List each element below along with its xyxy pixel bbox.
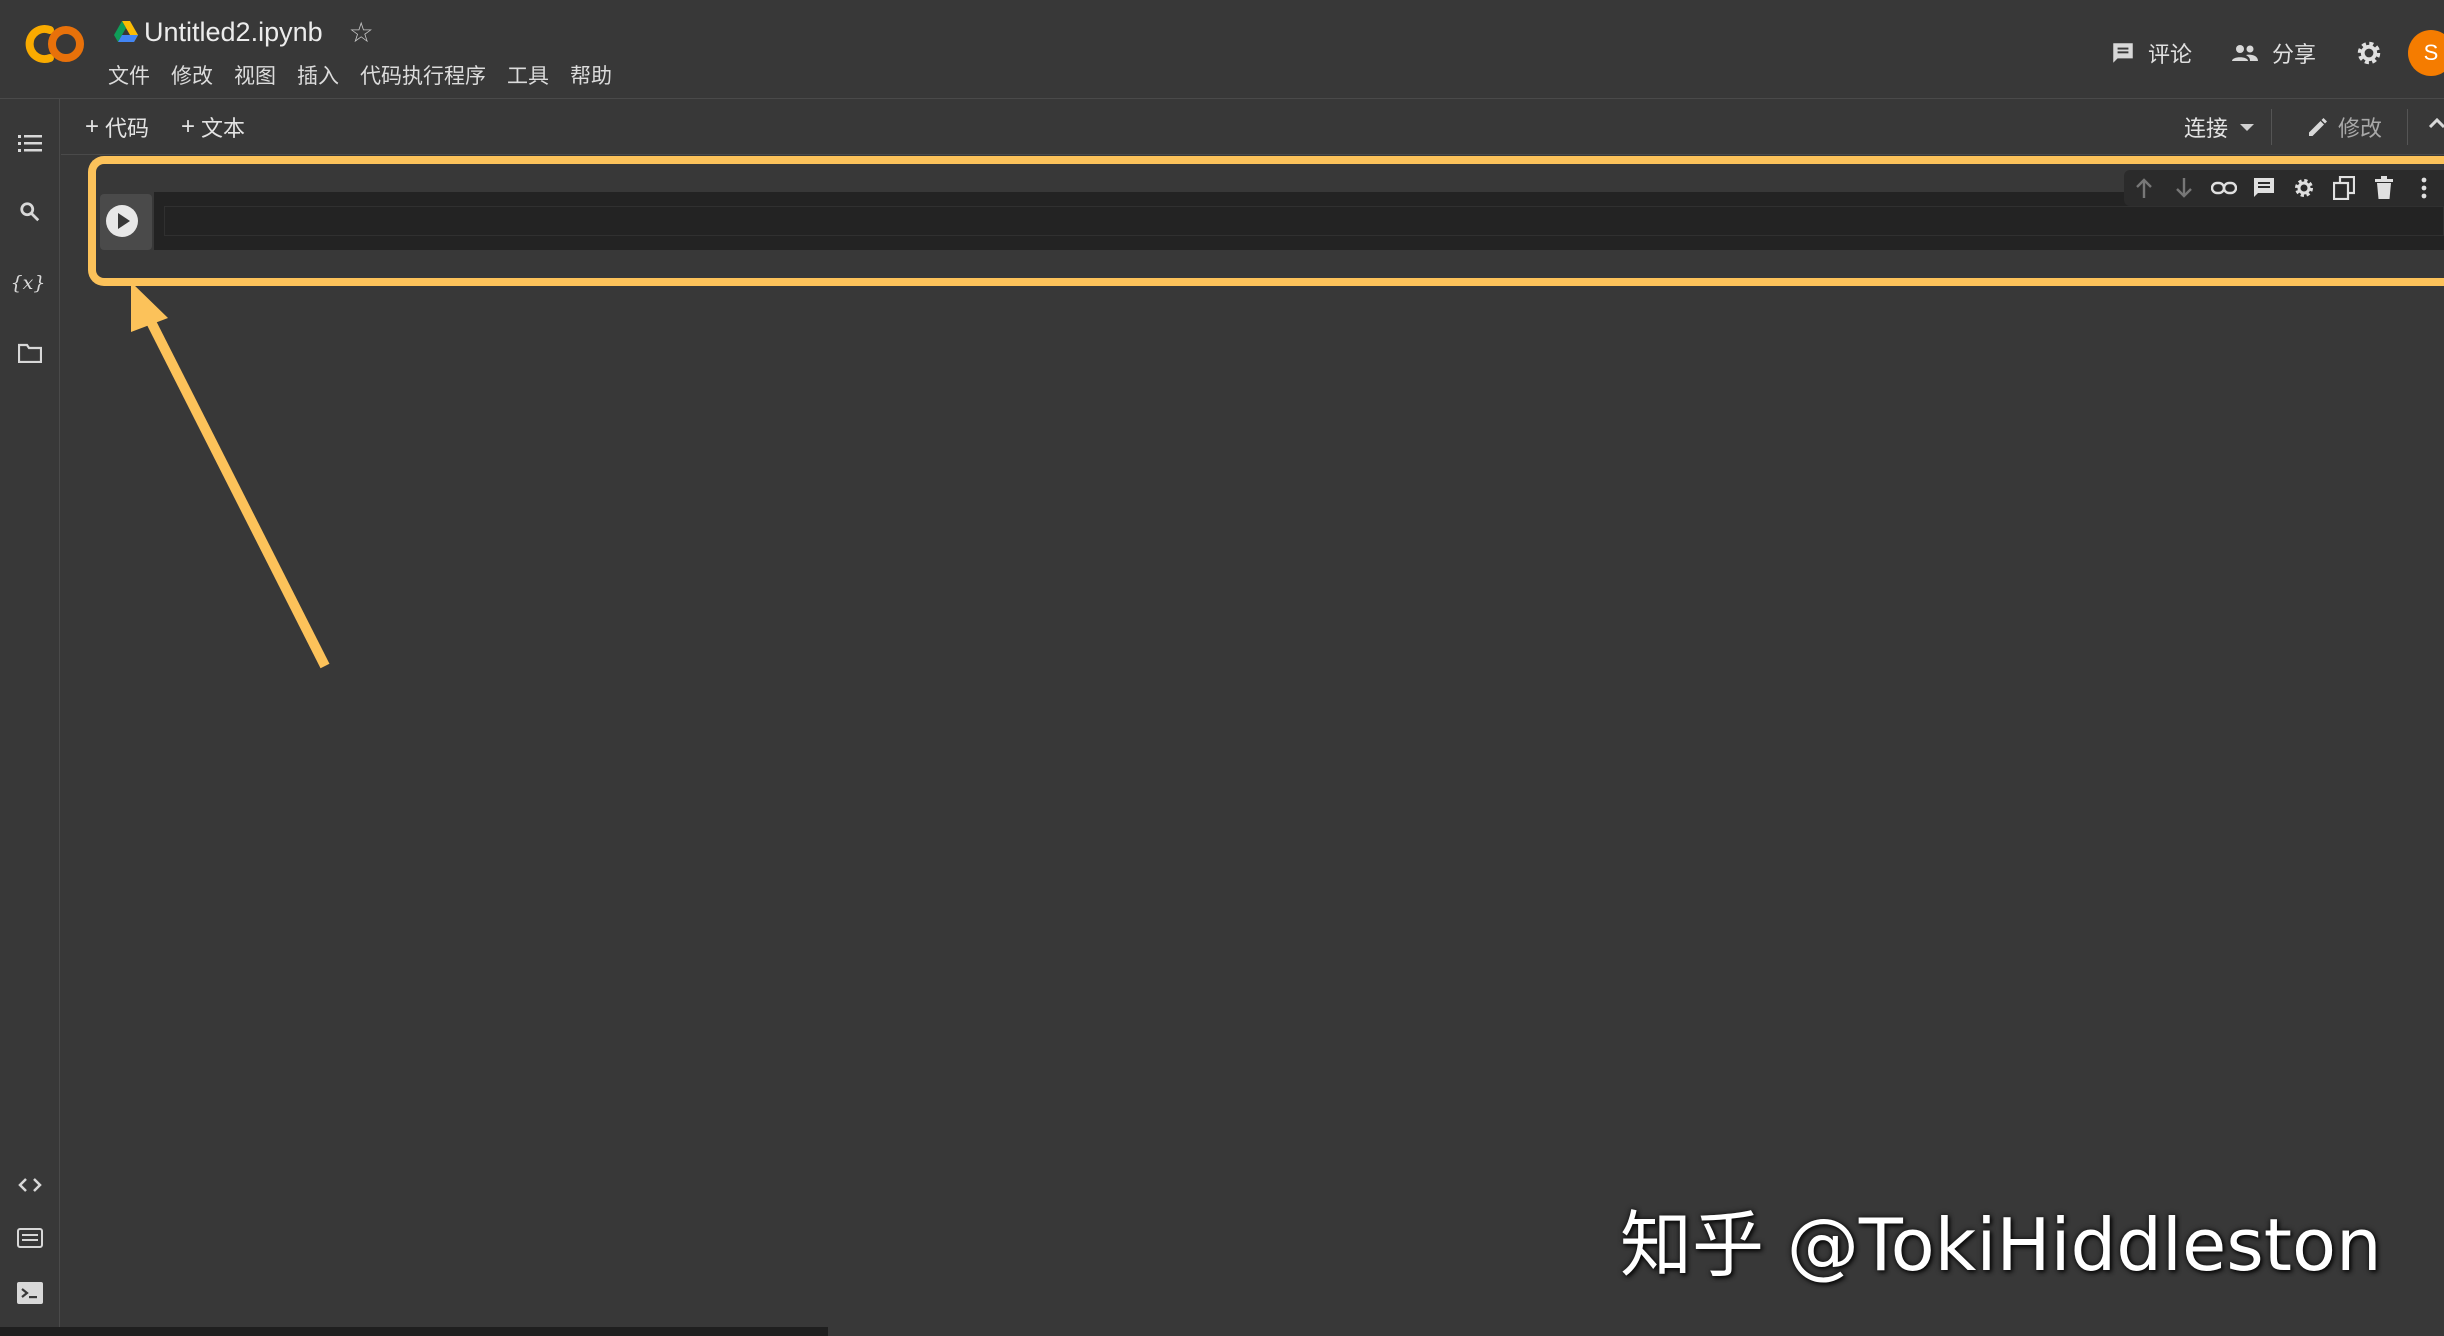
add-text-label: 文本 [201,116,246,141]
edit-label: 修改 [2337,116,2382,141]
comment-icon [2113,43,2133,63]
menu-help[interactable]: 帮助 [570,60,612,90]
comment-button[interactable]: 评论 [2110,37,2192,69]
colab-logo[interactable] [20,20,88,68]
add-code-label: 代码 [105,116,150,141]
top-bar: Untitled2.ipynb ☆ 文件 修改 视图 插入 代码执行程序 工具 … [0,0,2444,99]
star-icon[interactable]: ☆ [349,16,374,49]
variables-icon[interactable]: {x} [11,269,46,297]
plus-icon: + [181,113,196,140]
share-label: 分享 [2271,42,2316,67]
people-icon [2231,45,2258,61]
menu-edit[interactable]: 修改 [171,60,213,90]
add-text-button[interactable]: + 文本 [181,111,245,143]
search-icon[interactable] [16,198,44,226]
horizontal-scrollbar[interactable] [0,1327,828,1336]
menu-runtime[interactable]: 代码执行程序 [360,60,486,90]
avatar[interactable]: S [2408,30,2444,76]
menu-tools[interactable]: 工具 [507,60,549,90]
menu-file[interactable]: 文件 [108,60,150,90]
toolbar-divider [2407,109,2408,145]
settings-icon[interactable] [2354,38,2384,68]
edit-button[interactable]: 修改 [2306,111,2382,143]
highlight-box [88,156,2444,286]
connect-button[interactable]: 连接 [2184,111,2254,143]
add-code-button[interactable]: + 代码 [85,111,149,143]
notebook-title[interactable]: Untitled2.ipynb [144,17,323,48]
share-button[interactable]: 分享 [2230,37,2316,69]
terminal-icon[interactable] [16,1279,44,1307]
chevron-up-icon[interactable] [2426,113,2444,135]
google-drive-icon [114,21,138,42]
left-sidebar: {x} [0,99,60,1336]
comment-label: 评论 [2147,42,2192,67]
menu-view[interactable]: 视图 [234,60,276,90]
menu-insert[interactable]: 插入 [297,60,339,90]
pencil-icon [2308,118,2327,136]
command-palette-icon[interactable] [16,1224,44,1252]
folder-icon[interactable] [16,339,44,367]
notebook-toolbar: + 代码 + 文本 连接 修改 [61,99,2444,155]
connect-label: 连接 [2183,116,2228,141]
chevron-down-icon [2240,123,2254,131]
plus-icon: + [85,113,100,140]
menu-bar: 文件 修改 视图 插入 代码执行程序 工具 帮助 [108,60,633,90]
toolbar-divider [2271,109,2272,145]
watermark: 知乎 @TokiHiddleston [1620,1203,2382,1287]
code-snippets-icon[interactable] [16,1171,44,1199]
table-of-contents-icon[interactable] [16,129,44,157]
